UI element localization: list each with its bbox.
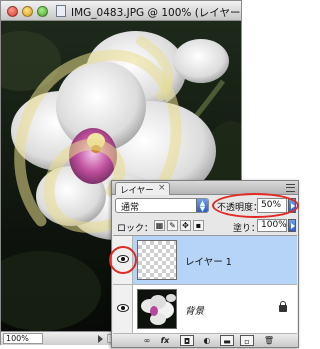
fill-label: 塗り： (233, 224, 261, 234)
status-menu-arrow-icon[interactable] (98, 335, 103, 343)
document-titlebar[interactable]: IMG_0483.JPG @ 100% (レイヤー (1, 1, 241, 21)
layers-panel: レイヤー × 通常 ▲ ▼ 不透明度： 50% ロック： ▦ ✎ ✥ ▪ 塗り： … (109, 180, 299, 348)
orchid-thumbnail (138, 290, 176, 328)
lock-position-icon[interactable]: ✥ (180, 220, 191, 231)
lock-transparency-icon[interactable]: ▦ (154, 220, 165, 231)
lock-image-pixels-icon[interactable]: ✎ (167, 220, 178, 231)
new-layer-icon[interactable]: ▫ (240, 335, 254, 346)
updown-arrow-icon: ▲ ▼ (196, 199, 208, 213)
eye-icon (117, 255, 129, 263)
tab-layers-label: レイヤー (120, 186, 154, 196)
layer-thumbnail (137, 289, 177, 329)
fill-slider-arrow-icon[interactable] (288, 219, 296, 232)
panel-footer: ∞ fx ◘ ◐ ▬ ▫ 🗑 (112, 334, 298, 347)
lock-all-icon[interactable]: ▪ (193, 220, 204, 231)
window-zoom-button[interactable] (37, 6, 48, 17)
group-icon[interactable]: ▬ (220, 335, 234, 346)
document-title: IMG_0483.JPG @ 100% (レイヤー (71, 7, 241, 19)
zoom-field[interactable]: 100% (3, 333, 43, 344)
opacity-label: 不透明度： (217, 203, 263, 213)
visibility-toggle[interactable] (113, 285, 133, 333)
layer-row-layer-1[interactable]: レイヤー 1 (109, 236, 297, 285)
document-file-icon (56, 5, 66, 17)
panel-header[interactable]: レイヤー × (112, 181, 298, 196)
lock-icon (279, 301, 287, 312)
link-icon[interactable]: ∞ (140, 335, 154, 346)
lock-label: ロック： (117, 224, 154, 234)
layer-row-background[interactable]: 背景 (113, 285, 297, 334)
tab-close-icon[interactable]: × (158, 183, 166, 193)
adjustment-icon[interactable]: ◐ (200, 335, 214, 346)
layer-name: レイヤー 1 (185, 257, 232, 268)
window-close-button[interactable] (7, 6, 18, 17)
fx-icon[interactable]: fx (158, 335, 172, 346)
opacity-field[interactable]: 50% (257, 198, 287, 213)
layer-list: レイヤー 1 背景 (109, 235, 297, 334)
panel-menu-icon[interactable] (286, 184, 295, 192)
blend-mode-select[interactable]: 通常 ▲ ▼ (115, 198, 209, 213)
fill-field[interactable]: 100% (257, 219, 287, 232)
trash-icon[interactable]: 🗑 (262, 335, 276, 346)
mask-icon[interactable]: ◘ (180, 335, 194, 346)
layer-name: 背景 (185, 306, 205, 317)
opacity-slider-arrow-icon[interactable] (288, 198, 296, 213)
tab-layers[interactable]: レイヤー × (115, 182, 170, 196)
window-minimize-button[interactable] (22, 6, 33, 17)
visibility-toggle[interactable] (113, 236, 133, 284)
layer-thumbnail (137, 240, 177, 280)
eye-icon (117, 304, 129, 312)
blend-mode-value: 通常 (121, 203, 140, 213)
